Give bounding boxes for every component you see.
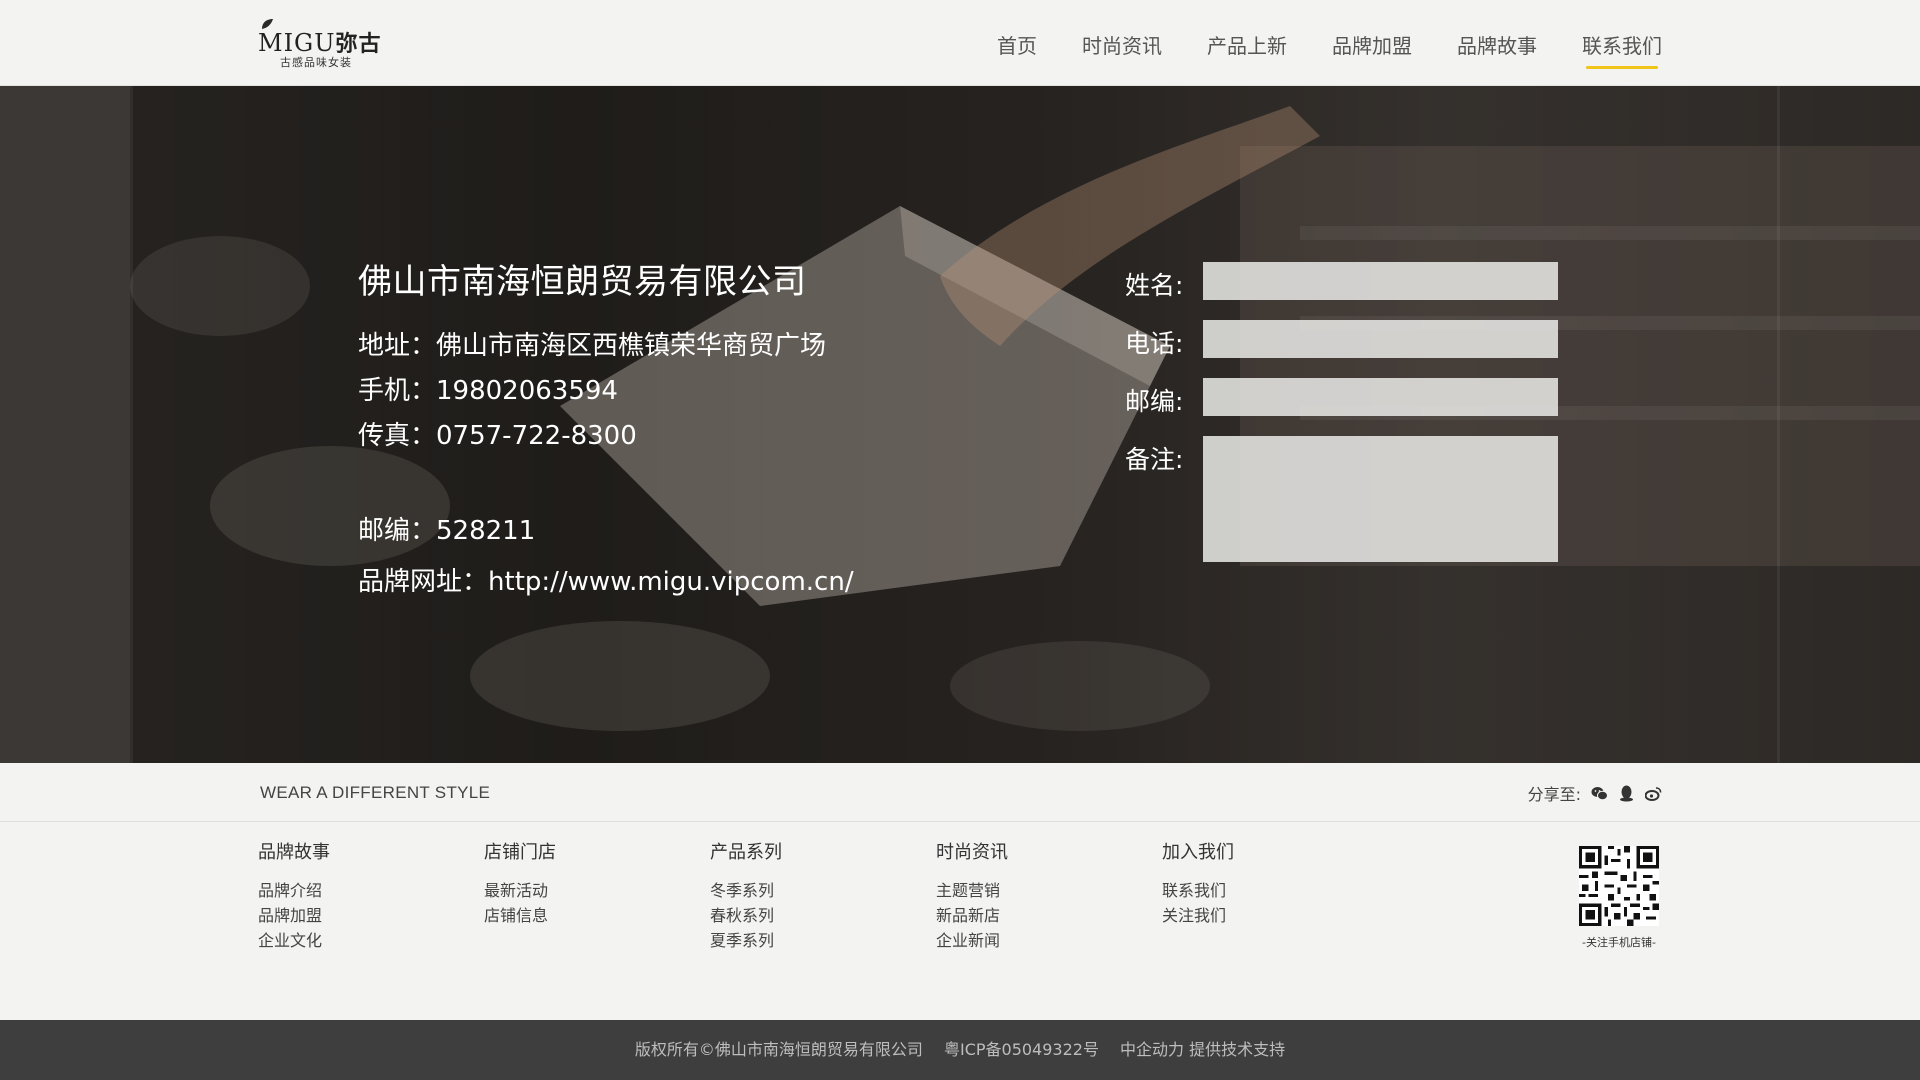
- footer-link[interactable]: 主题营销: [936, 878, 1162, 903]
- qr-code-icon: [1579, 846, 1659, 926]
- nav-fashion-news[interactable]: 时尚资讯: [1082, 30, 1162, 69]
- footer-column-join-us: 加入我们 联系我们 关注我们: [1162, 838, 1388, 953]
- mobile-line: 手机：19802063594: [358, 370, 854, 407]
- footer-column-products: 产品系列 冬季系列 春秋系列 夏季系列: [710, 838, 936, 953]
- footer-link[interactable]: 最新活动: [484, 878, 710, 903]
- nav-franchise[interactable]: 品牌加盟: [1332, 30, 1412, 69]
- qq-icon[interactable]: [1617, 784, 1635, 802]
- footer-column-fashion-news: 时尚资讯 主题营销 新品新店 企业新闻: [936, 838, 1162, 953]
- share-label: 分享至:: [1527, 785, 1581, 804]
- nav-home[interactable]: 首页: [997, 30, 1037, 69]
- qr-caption: -关注手机店铺-: [1582, 936, 1656, 949]
- footer-links: 品牌故事 品牌介绍 品牌加盟 企业文化 店铺门店 最新活动 店铺信息 产品系列 …: [258, 838, 1388, 953]
- site-header: MIGU弥古 古感品味女装 首页 时尚资讯 产品上新 品牌加盟 品牌故事 联系我…: [0, 0, 1920, 86]
- fax-label: 传真：: [358, 421, 437, 451]
- footer-link[interactable]: 冬季系列: [710, 878, 936, 903]
- footer-link[interactable]: 店铺信息: [484, 903, 710, 928]
- column-title: 加入我们: [1162, 842, 1234, 863]
- footer-link[interactable]: 夏季系列: [710, 928, 936, 953]
- form-row-name: 姓名:: [1125, 262, 1558, 302]
- footer-link[interactable]: 春秋系列: [710, 903, 936, 928]
- phone-label: 电话:: [1125, 329, 1184, 358]
- note-label: 备注:: [1125, 445, 1184, 474]
- footer-link[interactable]: 品牌加盟: [258, 903, 484, 928]
- form-row-note: 备注:: [1125, 436, 1558, 562]
- tech-support[interactable]: 中企动力 提供技术支持: [1120, 1040, 1285, 1059]
- footer-bar: WEAR A DIFFERENT STYLE 分享至:: [0, 763, 1920, 822]
- logo-tagline: 古感品味女装: [280, 56, 352, 69]
- website-label: 品牌网址：: [358, 567, 489, 597]
- address-label: 地址：: [358, 331, 437, 361]
- footer-link[interactable]: 企业文化: [258, 928, 484, 953]
- column-title: 时尚资讯: [936, 842, 1008, 863]
- logo-latin: MIGU: [258, 29, 336, 57]
- column-title: 产品系列: [710, 842, 782, 863]
- website-link[interactable]: http://www.migu.vipcom.cn/: [488, 567, 854, 597]
- share-bar: 分享至:: [1528, 781, 1662, 805]
- weibo-icon[interactable]: [1644, 784, 1662, 802]
- address-value: 佛山市南海区西樵镇荣华商贸广场: [436, 331, 827, 361]
- hero-banner: 佛山市南海恒朗贸易有限公司 地址：佛山市南海区西樵镇荣华商贸广场 手机：1980…: [0, 86, 1920, 763]
- copyright-bar: 版权所有©佛山市南海恒朗贸易有限公司 粤ICP备05049322号 中企动力 提…: [0, 1020, 1920, 1080]
- form-row-phone: 电话:: [1125, 320, 1558, 360]
- footer-link[interactable]: 企业新闻: [936, 928, 1162, 953]
- zip-input[interactable]: [1203, 378, 1558, 416]
- wechat-icon[interactable]: [1590, 784, 1608, 802]
- column-title: 品牌故事: [258, 842, 330, 863]
- name-label: 姓名:: [1125, 271, 1184, 300]
- zip-field-label: 邮编:: [1125, 387, 1184, 416]
- contact-form: 姓名: 电话: 邮编: 备注:: [1125, 262, 1558, 580]
- main-nav: 首页 时尚资讯 产品上新 品牌加盟 品牌故事 联系我们: [997, 30, 1662, 69]
- zip-value: 528211: [436, 516, 536, 546]
- mobile-label: 手机：: [358, 376, 437, 406]
- nav-brand-story[interactable]: 品牌故事: [1457, 30, 1537, 69]
- zip-label: 邮编：: [358, 516, 437, 546]
- nav-new-products[interactable]: 产品上新: [1207, 30, 1287, 69]
- phone-input[interactable]: [1203, 320, 1558, 358]
- column-title: 店铺门店: [484, 842, 556, 863]
- form-row-zip: 邮编:: [1125, 378, 1558, 418]
- company-name: 佛山市南海恒朗贸易有限公司: [358, 262, 807, 302]
- name-input[interactable]: [1203, 262, 1558, 300]
- slogan: WEAR A DIFFERENT STYLE: [260, 783, 491, 802]
- website-line: 品牌网址：http://www.migu.vipcom.cn/: [358, 561, 854, 598]
- address-line: 地址：佛山市南海区西樵镇荣华商贸广场: [358, 325, 854, 362]
- copyright-text: 版权所有©佛山市南海恒朗贸易有限公司: [634, 1040, 923, 1059]
- fax-value: 0757-722-8300: [436, 421, 637, 451]
- qr-code-block: -关注手机店铺-: [1574, 846, 1664, 950]
- note-textarea[interactable]: [1203, 436, 1558, 562]
- footer-column-brand-story: 品牌故事 品牌介绍 品牌加盟 企业文化: [258, 838, 484, 953]
- brand-logo[interactable]: MIGU弥古 古感品味女装: [258, 18, 388, 70]
- mobile-value: 19802063594: [436, 376, 618, 406]
- footer-column-stores: 店铺门店 最新活动 店铺信息: [484, 838, 710, 953]
- company-info: 佛山市南海恒朗贸易有限公司 地址：佛山市南海区西樵镇荣华商贸广场 手机：1980…: [358, 254, 854, 606]
- icp-number[interactable]: 粤ICP备05049322号: [944, 1040, 1099, 1059]
- zip-line: 邮编：528211: [358, 510, 854, 547]
- footer-link[interactable]: 新品新店: [936, 903, 1162, 928]
- fax-line: 传真：0757-722-8300: [358, 415, 854, 452]
- footer-link[interactable]: 关注我们: [1162, 903, 1388, 928]
- footer-link[interactable]: 品牌介绍: [258, 878, 484, 903]
- nav-contact-us[interactable]: 联系我们: [1582, 30, 1662, 69]
- footer-link[interactable]: 联系我们: [1162, 878, 1388, 903]
